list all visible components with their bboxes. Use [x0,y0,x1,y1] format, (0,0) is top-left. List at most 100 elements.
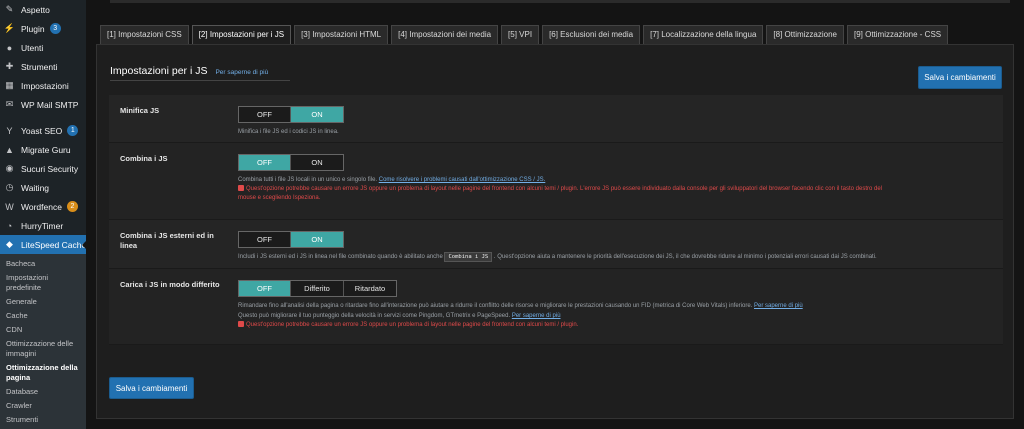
yoast-icon: Y [6,125,13,136]
section-heading: Impostazioni per i JS Per saperne di più [110,65,268,77]
tab-media-exclusions[interactable]: [6] Esclusioni dei media [542,25,641,44]
toggle-on[interactable]: ON [291,155,343,170]
save-changes-button-bottom[interactable]: Salva i cambiamenti [109,377,194,399]
sidebar-item-aspetto[interactable]: ✎ Aspetto [0,0,86,19]
option-description: Minifica i file JS ed i codici JS in lin… [238,129,339,135]
toggle-off[interactable]: OFF [239,155,291,170]
tab-localization[interactable]: [7] Localizzazione della lingua [643,25,764,44]
sidebar-item-label: Waiting [21,182,50,193]
submenu-item-bacheca[interactable]: Bacheca [0,257,86,271]
option-label: Minifica JS [120,106,160,115]
troubleshoot-link[interactable]: Come risolvere i problemi causati dall'o… [379,177,546,183]
sidebar-item-label: Wordfence [21,201,62,212]
option-description: Rimandare fino all'analisi della pagina … [238,302,993,311]
sidebar-item-plugin[interactable]: ⚡ Plugin 3 [0,19,86,38]
wrench-icon: ✚ [5,61,14,71]
option-description-2: Questo può migliorare il tuo punteggio d… [238,312,993,321]
settings-tabs: [1] Impostazioni CSS [2] Impostazioni pe… [100,25,949,44]
option-description: Includi i JS esterni ed i JS in linea ne… [238,252,993,262]
tab-vpi[interactable]: [5] VPI [501,25,540,44]
page-title: Impostazioni per i JS [110,65,208,77]
tab-html-settings[interactable]: [3] Impostazioni HTML [294,25,389,44]
submenu-item-impostazioni-predefinite[interactable]: Impostazioni predefinite [0,271,86,295]
warning-text: Quest'opzione potrebbe causare un errore… [238,185,993,194]
submenu-item-generale[interactable]: Generale [0,295,86,309]
sidebar-item-litespeed-cache[interactable]: ◆ LiteSpeed Cache [0,235,87,254]
litespeed-submenu: Bacheca Impostazioni predefinite General… [0,254,86,429]
submenu-item-cdn[interactable]: CDN [0,323,86,337]
defer-js-selector[interactable]: OFF Differito Ritardato [238,280,397,297]
sidebar-item-hurrytimer[interactable]: ◔ HurryTimer [0,216,86,235]
sidebar-item-yoast-seo[interactable]: Y Yoast SEO 1 [0,121,86,140]
sidebar-item-label: Sucuri Security [21,163,79,174]
warning-line: Quest'opzione potrebbe causare un errore… [246,322,579,328]
sidebar-item-label: Yoast SEO [21,125,63,136]
combine-external-js-toggle[interactable]: OFF ON [238,231,344,248]
submenu-item-ottimizzazione-pagina[interactable]: Ottimizzazione della pagina [0,361,86,385]
option-label: Carica i JS in modo differito [120,280,220,289]
description-text: Rimandare fino all'analisi della pagina … [238,303,753,309]
sidebar-item-label: HurryTimer [21,220,64,231]
option-control: OFF ON Minifica i file JS ed i codici JS… [238,104,993,137]
mail-icon: ✉ [5,99,14,109]
tab-js-settings[interactable]: [2] Impostazioni per i JS [191,25,292,44]
sidebar-item-migrate-guru[interactable]: ▲ Migrate Guru [0,140,86,159]
sidebar-item-strumenti[interactable]: ✚ Strumenti [0,57,86,76]
tab-media-settings[interactable]: [4] Impostazioni dei media [391,25,499,44]
toggle-on[interactable]: ON [291,107,343,122]
litespeed-icon: ◆ [6,239,13,249]
description-text: Questo può migliorare il tuo punteggio d… [238,313,511,319]
settings-panel: Impostazioni per i JS Per saperne di più … [96,44,1014,419]
sidebar-separator [0,114,86,121]
minify-js-toggle[interactable]: OFF ON [238,106,344,123]
toggle-off[interactable]: OFF [239,107,291,122]
submenu-item-ottimizzazione-immagini[interactable]: Ottimizzazione delle immagini [0,337,86,361]
option-control: OFF Differito Ritardato Rimandare fino a… [238,278,993,330]
tab-css-settings[interactable]: [1] Impostazioni CSS [100,25,189,44]
sidebar-item-wordfence[interactable]: W Wordfence 2 [0,197,86,216]
toggle-on[interactable]: ON [291,232,343,247]
notification-badge: 2 [66,201,78,212]
timer-icon: ◔ [6,220,13,231]
description-text: Includi i JS esterni ed i JS in linea ne… [238,254,443,260]
settings-icon: ▦ [5,80,14,90]
sidebar-item-utenti[interactable]: ● Utenti [0,38,86,57]
learn-more-link[interactable]: Per saperne di più [512,313,561,319]
plugin-icon: ⚡ [3,23,16,33]
tab-optimization-css[interactable]: [9] Ottimizzazione - CSS [846,25,949,44]
update-count-badge: 3 [49,23,61,34]
submenu-item-cache[interactable]: Cache [0,309,86,323]
submenu-item-crawler[interactable]: Crawler [0,399,86,413]
option-delayed[interactable]: Ritardato [344,281,396,296]
warning-text: Quest'opzione potrebbe causare un errore… [238,321,993,330]
sidebar-item-sucuri-security[interactable]: ◉ Sucuri Security [0,159,86,178]
user-icon: ● [6,42,13,53]
option-deferred[interactable]: Differito [291,281,344,296]
save-changes-button-top[interactable]: Salva i cambiamenti [918,66,1002,89]
sidebar-item-label: Impostazioni [21,80,69,91]
sidebar-item-label: Migrate Guru [21,144,71,155]
sidebar-item-label: Plugin [21,23,45,34]
clock-icon: ◷ [5,182,14,192]
submenu-item-strumenti[interactable]: Strumenti [0,413,86,427]
description-text: Combina tutti i file JS locali in un uni… [238,177,378,183]
learn-more-link[interactable]: Per saperne di più [215,69,268,76]
combine-js-toggle[interactable]: OFF ON [238,154,344,171]
option-label: Combina i JS [120,154,168,163]
learn-more-link[interactable]: Per saperne di più [754,303,803,309]
shield-icon: ◉ [5,163,14,173]
sidebar-item-label: WP Mail SMTP [21,99,79,110]
description-text: . Quest'opzione aiuta a mantenere le pri… [493,254,877,260]
sidebar-item-waiting[interactable]: ◷ Waiting [0,178,86,197]
toggle-off[interactable]: OFF [239,232,291,247]
title-underline [110,80,290,81]
tab-optimization[interactable]: [8] Ottimizzazione [766,25,844,44]
option-row-combine-js: Combina i JS OFF ON Combina tutti i file… [109,143,1003,220]
setting-code-ref: Combina i JS [444,252,493,262]
submenu-item-database[interactable]: Database [0,385,86,399]
sidebar-item-wp-mail-smtp[interactable]: ✉ WP Mail SMTP [0,95,86,114]
option-off[interactable]: OFF [239,281,291,296]
sidebar-item-impostazioni[interactable]: ▦ Impostazioni [0,76,86,95]
app-root: ✎ Aspetto ⚡ Plugin 3 ● Utenti ✚ Strumenti ▦ Im… [0,0,1024,429]
sidebar-item-label: Strumenti [21,61,58,72]
